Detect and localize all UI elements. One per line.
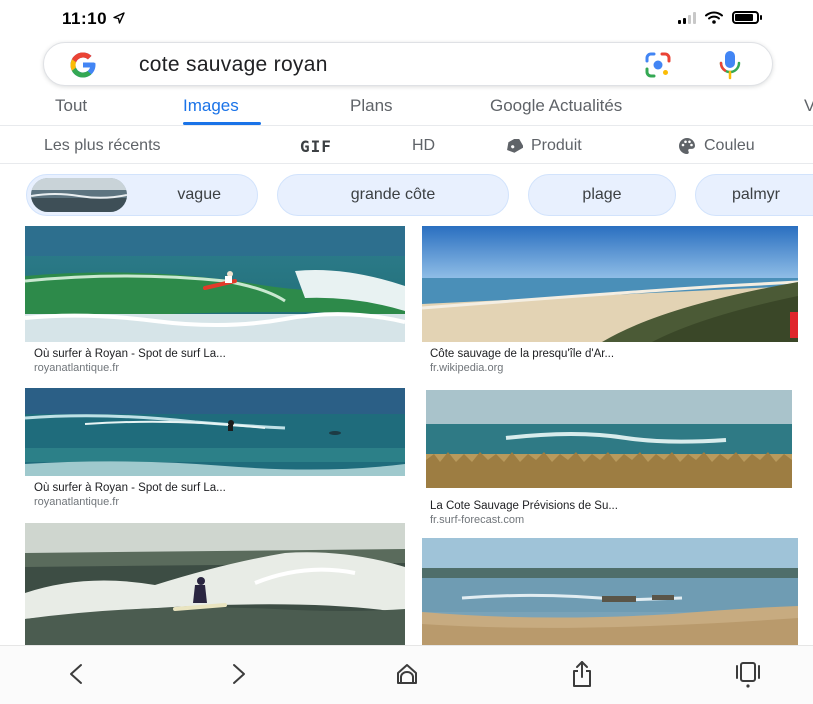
filter-recent[interactable]: Les plus récents (44, 137, 161, 155)
result-image-beach-dunes[interactable] (422, 226, 798, 342)
tab-tout[interactable]: Tout (55, 96, 87, 116)
filter-produit[interactable]: Produit (505, 137, 582, 155)
chip-thumbnail (31, 178, 127, 212)
wifi-icon (705, 11, 723, 24)
chip-grande-cote[interactable]: grande côte (277, 174, 509, 216)
related-searches: vague grande côte plage palmyr (0, 170, 813, 220)
home-button[interactable] (387, 656, 427, 692)
microphone-icon[interactable] (718, 49, 742, 81)
result-image-surfer-ocean[interactable] (25, 388, 405, 476)
result-source: fr.wikipedia.org (430, 362, 504, 374)
cellular-signal-icon (678, 11, 696, 24)
active-tab-indicator (183, 122, 261, 125)
status-time: 11:10 (62, 9, 108, 28)
browser-toolbar (0, 645, 813, 704)
search-input[interactable]: cote sauvage royan (139, 53, 328, 77)
chip-label: vague (177, 186, 221, 203)
search-tabs: Tout Images Plans Google Actualités V (0, 92, 813, 126)
result-source: fr.surf-forecast.com (430, 514, 525, 526)
result-image-surf-wave[interactable] (25, 226, 405, 342)
chip-vague[interactable]: vague (26, 174, 258, 216)
google-lens-icon[interactable] (644, 51, 672, 79)
chip-label: grande côte (350, 186, 436, 203)
chip-label: palmyr (732, 186, 781, 203)
palette-icon (679, 138, 695, 154)
status-bar: 11:10 (0, 0, 813, 36)
tab-videos[interactable]: V (804, 96, 813, 116)
result-source: royanatlantique.fr (34, 496, 119, 508)
tab-images[interactable]: Images (183, 96, 239, 116)
filter-bar: Les plus récents GIF HD Produit Couleu (0, 126, 813, 164)
tabs-button[interactable] (728, 656, 768, 692)
result-image-dune-grass-wave[interactable] (426, 390, 792, 488)
forward-button[interactable] (219, 656, 259, 692)
tab-google-actualites[interactable]: Google Actualités (490, 96, 622, 116)
forward-chevron-icon (233, 664, 245, 684)
result-title[interactable]: Côte sauvage de la presqu'île d'Ar... (430, 348, 796, 360)
filter-gif[interactable]: GIF (300, 137, 332, 156)
chip-palmyre[interactable]: palmyr (695, 174, 813, 216)
share-button[interactable] (562, 656, 602, 692)
home-icon (397, 664, 417, 684)
tab-plans[interactable]: Plans (350, 96, 393, 116)
result-title[interactable]: Où surfer à Royan - Spot de surf La... (34, 348, 404, 360)
battery-icon (732, 11, 762, 24)
tag-icon (507, 139, 523, 153)
filter-produit-label: Produit (531, 137, 582, 154)
result-image-surfer-riding[interactable] (25, 523, 405, 645)
back-chevron-icon (70, 664, 82, 684)
filter-hd[interactable]: HD (412, 137, 435, 155)
chip-label: plage (582, 186, 622, 203)
result-title[interactable]: Où surfer à Royan - Spot de surf La... (34, 482, 404, 494)
location-arrow-icon (113, 12, 125, 24)
filter-couleur-label: Couleu (704, 137, 755, 154)
battery-level (735, 14, 753, 21)
chip-plage[interactable]: plage (528, 174, 676, 216)
filter-couleur[interactable]: Couleu (678, 137, 755, 155)
result-title[interactable]: La Cote Sauvage Prévisions de Su... (430, 500, 796, 512)
google-g-icon (70, 52, 96, 78)
result-image-beach-shore[interactable] (422, 538, 798, 645)
tabs-icon (736, 662, 760, 688)
share-icon (573, 661, 591, 687)
result-source: royanatlantique.fr (34, 362, 119, 374)
search-box[interactable]: cote sauvage royan (43, 42, 773, 86)
back-button[interactable] (56, 656, 96, 692)
